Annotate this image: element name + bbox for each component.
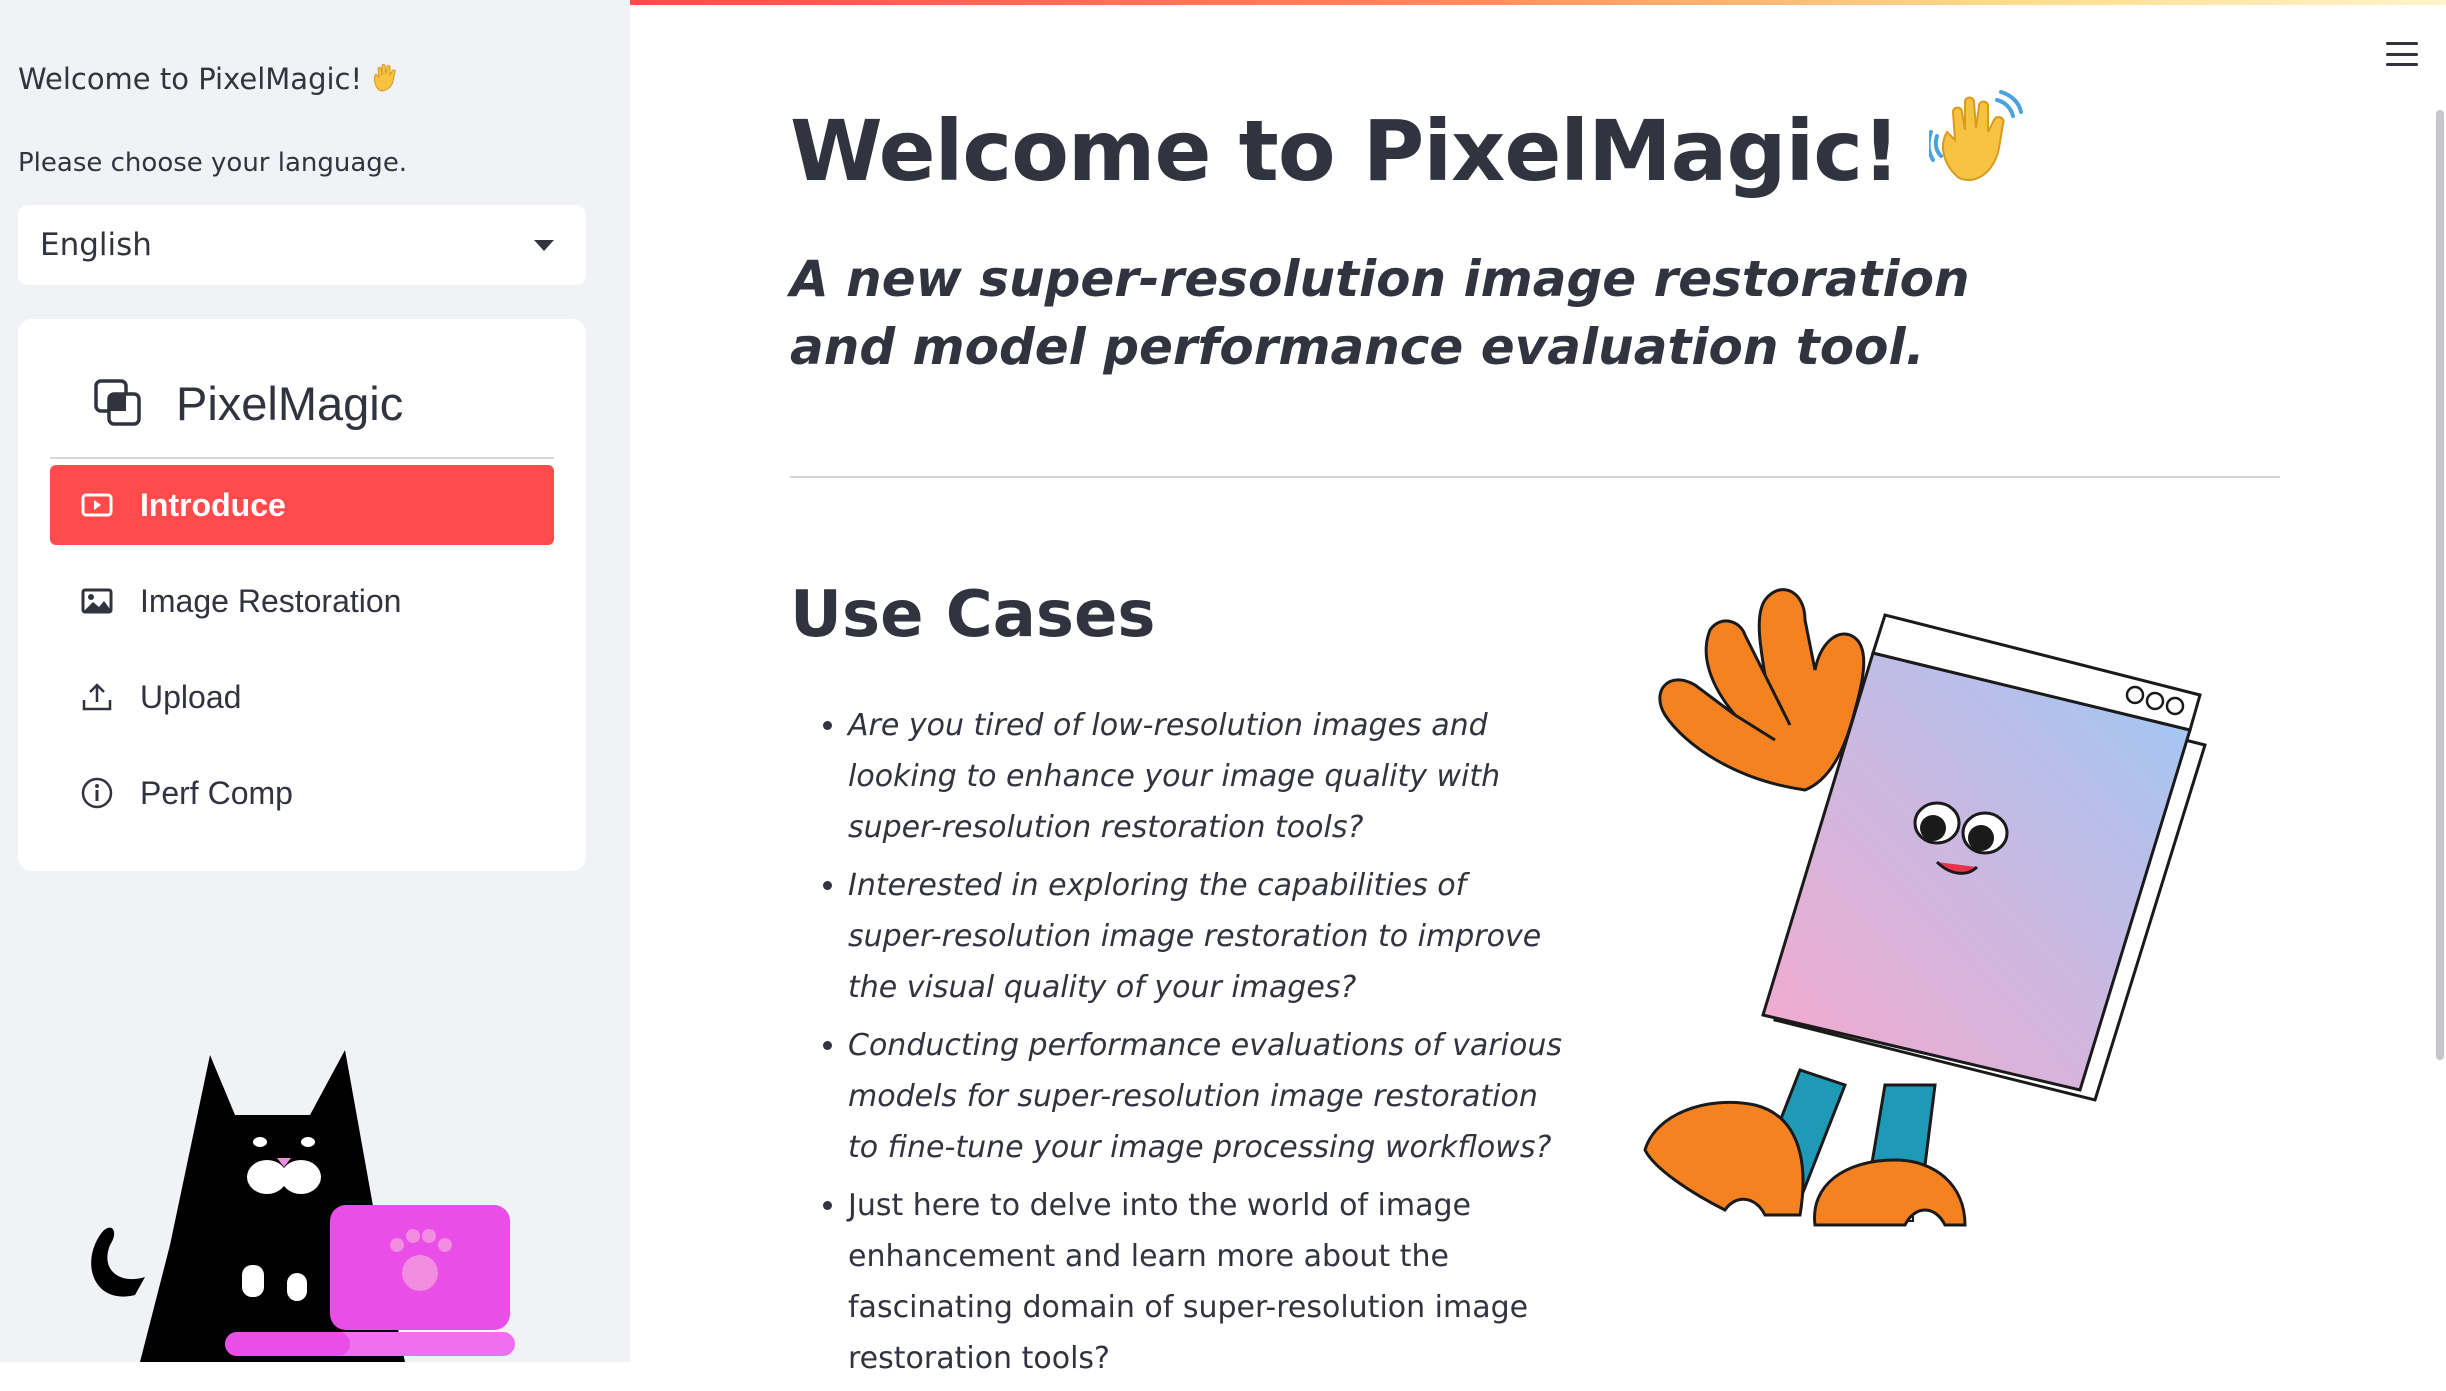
page-title-text: Welcome to PixelMagic! bbox=[790, 102, 1900, 200]
waving-window-character-illustration bbox=[1643, 588, 2207, 1227]
sidebar-welcome: Welcome to PixelMagic! bbox=[18, 62, 400, 100]
layers-icon bbox=[94, 379, 141, 426]
chevron-down-icon[interactable] bbox=[534, 239, 554, 251]
waving-hand-icon bbox=[1927, 90, 2025, 206]
divider bbox=[790, 476, 2280, 478]
nav-menu: PixelMagic Introduce Image Restoration U… bbox=[18, 319, 586, 871]
list-item: Are you tired of low-resolution images a… bbox=[848, 700, 1568, 853]
sidebar-item-label: Perf Comp bbox=[140, 774, 293, 811]
use-cases-list: Are you tired of low-resolution images a… bbox=[790, 700, 1568, 1391]
play-icon bbox=[80, 488, 114, 522]
waving-hand-icon bbox=[370, 63, 400, 100]
list-item: Conducting performance evaluations of va… bbox=[848, 1020, 1568, 1173]
nav-menu-header: PixelMagic bbox=[50, 349, 554, 459]
sidebar-welcome-text: Welcome to PixelMagic! bbox=[18, 62, 363, 96]
language-select[interactable]: English bbox=[18, 205, 586, 285]
hamburger-menu-icon[interactable] bbox=[2386, 42, 2418, 66]
sidebar-item-introduce[interactable]: Introduce bbox=[50, 465, 554, 545]
list-item: Just here to delve into the world of ima… bbox=[848, 1180, 1568, 1384]
upload-icon bbox=[80, 680, 114, 714]
page-subtitle: A new super-resolution image restoration… bbox=[790, 250, 1970, 376]
sidebar-item-label: Upload bbox=[140, 678, 242, 715]
page-title: Welcome to PixelMagic! bbox=[790, 90, 2025, 206]
sidebar-item-label: Image Restoration bbox=[140, 582, 402, 619]
use-cases-heading: Use Cases bbox=[790, 578, 1156, 652]
sidebar-item-image-restoration[interactable]: Image Restoration bbox=[50, 561, 554, 641]
image-icon bbox=[80, 584, 114, 618]
language-prompt: Please choose your language. bbox=[18, 148, 408, 178]
nav-menu-title: PixelMagic bbox=[176, 376, 404, 430]
info-icon bbox=[80, 776, 114, 810]
scrollbar[interactable] bbox=[2436, 110, 2444, 1060]
sidebar-item-label: Introduce bbox=[140, 486, 286, 523]
sidebar-item-upload[interactable]: Upload bbox=[50, 657, 554, 737]
sidebar: Welcome to PixelMagic! Please choose you… bbox=[0, 0, 630, 1362]
language-select-value: English bbox=[40, 227, 152, 263]
list-item: Interested in exploring the capabilities… bbox=[848, 860, 1568, 1013]
cat-laptop-illustration bbox=[91, 1050, 515, 1362]
sidebar-item-perf-comp[interactable]: Perf Comp bbox=[50, 753, 554, 833]
